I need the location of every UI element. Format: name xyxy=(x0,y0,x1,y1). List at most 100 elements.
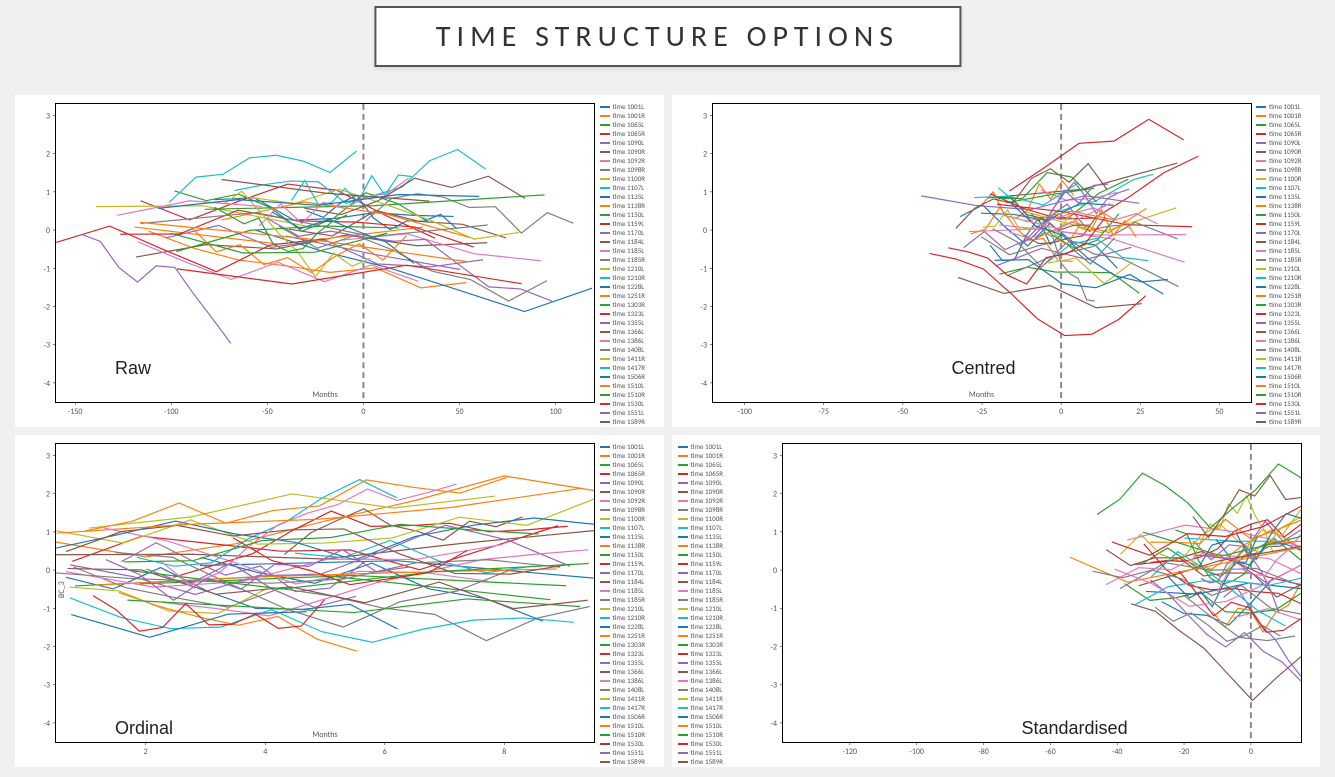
label-ordinal: Ordinal xyxy=(115,718,173,739)
legend-item: time 1366L xyxy=(678,668,738,676)
svg-text:-3: -3 xyxy=(700,341,706,351)
legend-swatch xyxy=(600,169,610,171)
legend-swatch xyxy=(678,608,688,610)
legend-item: time 1184L xyxy=(678,578,738,586)
legend-label: time 1170L xyxy=(1269,229,1301,237)
series-line xyxy=(999,267,1139,293)
series-line xyxy=(56,476,594,557)
svg-text:3: 3 xyxy=(46,111,50,121)
legend-label: time 1366L xyxy=(613,328,645,336)
svg-text:50: 50 xyxy=(1215,407,1223,417)
legend-item: time 1251R xyxy=(600,292,660,300)
legend-item: time 1551L xyxy=(600,749,660,757)
plot-ordinal: 2468-4-3-2-10123 xyxy=(56,444,594,742)
legend-item: time 1138R xyxy=(600,202,660,210)
legend-item: time 1510R xyxy=(1256,391,1316,399)
legend-swatch xyxy=(600,455,610,457)
legend-swatch xyxy=(600,662,610,664)
legend-swatch xyxy=(600,482,610,484)
legend-swatch xyxy=(600,527,610,529)
legend-item: time 1185L xyxy=(600,247,660,255)
legend-item: time 1408L xyxy=(1256,346,1316,354)
legend-swatch xyxy=(1256,331,1266,333)
legend-swatch xyxy=(1256,403,1266,405)
legend-item: time 1092R xyxy=(678,497,738,505)
legend-item: time 1090R xyxy=(678,488,738,496)
legend-swatch xyxy=(1256,205,1266,207)
svg-text:-80: -80 xyxy=(978,747,988,757)
legend-label: time 1210R xyxy=(613,614,646,622)
legend-label: time 1170L xyxy=(691,569,723,577)
legend-label: time 1065L xyxy=(1269,121,1301,129)
svg-text:0: 0 xyxy=(772,566,776,576)
svg-text:3: 3 xyxy=(772,451,776,461)
legend-swatch xyxy=(1256,169,1266,171)
legend-swatch xyxy=(600,205,610,207)
svg-text:-100: -100 xyxy=(164,407,179,417)
legend-label: time 1530L xyxy=(613,400,645,408)
legend-item: time 1135L xyxy=(600,193,660,201)
legend-swatch xyxy=(600,725,610,727)
svg-text:-100: -100 xyxy=(909,747,924,757)
legend-item: time 1090L xyxy=(600,479,660,487)
label-standardised: Standardised xyxy=(1022,718,1128,739)
legend-item: time 1510L xyxy=(600,382,660,390)
legend-item: time 1098R xyxy=(678,506,738,514)
legend-label: time 1090L xyxy=(613,139,645,147)
legend-item: time 1001L xyxy=(600,103,660,111)
legend-label: time 1589R xyxy=(613,758,646,766)
legend-swatch xyxy=(1256,367,1266,369)
svg-text:-4: -4 xyxy=(700,379,706,389)
legend-label: time 1100R xyxy=(691,515,724,523)
legend-item: time 1366L xyxy=(600,668,660,676)
legend-item: time 1159L xyxy=(600,560,660,568)
legend-label: time 1001R xyxy=(691,452,724,460)
legend-swatch xyxy=(1256,106,1266,108)
slide-title-box: TIME STRUCTURE OPTIONS xyxy=(374,6,961,67)
legend-swatch xyxy=(678,743,688,745)
legend-label: time 1065R xyxy=(691,470,724,478)
legend-swatch xyxy=(600,349,610,351)
legend-item: time 1184L xyxy=(600,238,660,246)
legend-item: time 1098R xyxy=(1256,166,1316,174)
legend-item: time 1092R xyxy=(1256,157,1316,165)
legend-item: time 1355L xyxy=(600,319,660,327)
legend-label: time 1303R xyxy=(691,641,724,649)
legend-swatch xyxy=(1256,223,1266,225)
series-line xyxy=(958,277,1142,307)
legend-item: time 1417R xyxy=(678,704,738,712)
legend-label: time 1551L xyxy=(691,749,723,757)
legend-swatch xyxy=(1256,358,1266,360)
legend-swatch xyxy=(678,455,688,457)
legend-label: time 1159L xyxy=(1269,220,1301,228)
series-line xyxy=(57,488,582,533)
legend-label: time 1065L xyxy=(613,121,645,129)
legend-swatch xyxy=(600,473,610,475)
legend-item: time 1530L xyxy=(678,740,738,748)
legend-item: time 1510L xyxy=(678,722,738,730)
legend-swatch xyxy=(600,376,610,378)
xlabel-ordinal: Months xyxy=(312,730,337,740)
legend-swatch xyxy=(678,590,688,592)
svg-text:1: 1 xyxy=(46,188,50,198)
legend-swatch xyxy=(1256,304,1266,306)
legend-label: time 1150L xyxy=(613,551,645,559)
legend-label: time 1092R xyxy=(691,497,724,505)
svg-text:0: 0 xyxy=(702,226,706,236)
legend-label: time 1386L xyxy=(613,337,645,345)
svg-text:-2: -2 xyxy=(44,302,50,312)
legend-swatch xyxy=(1256,277,1266,279)
legend-swatch xyxy=(600,358,610,360)
legend-swatch xyxy=(678,716,688,718)
legend-label: time 1185L xyxy=(613,587,645,595)
legend-label: time 1001L xyxy=(691,443,723,451)
svg-text:3: 3 xyxy=(702,111,706,121)
series-line xyxy=(1183,595,1295,640)
legend-label: time 1355L xyxy=(613,659,645,667)
legend-swatch xyxy=(600,124,610,126)
legend-label: time 1065L xyxy=(613,461,645,469)
panel-centred: -100-75-50-2502550-4-3-2-10123 Months Ce… xyxy=(672,95,1321,427)
legend-label: time 1251R xyxy=(691,632,724,640)
legend-item: time 1065R xyxy=(678,470,738,478)
legend-ordinal: time 1001Ltime 1001Rtime 1065Ltime 1065R… xyxy=(600,443,660,767)
